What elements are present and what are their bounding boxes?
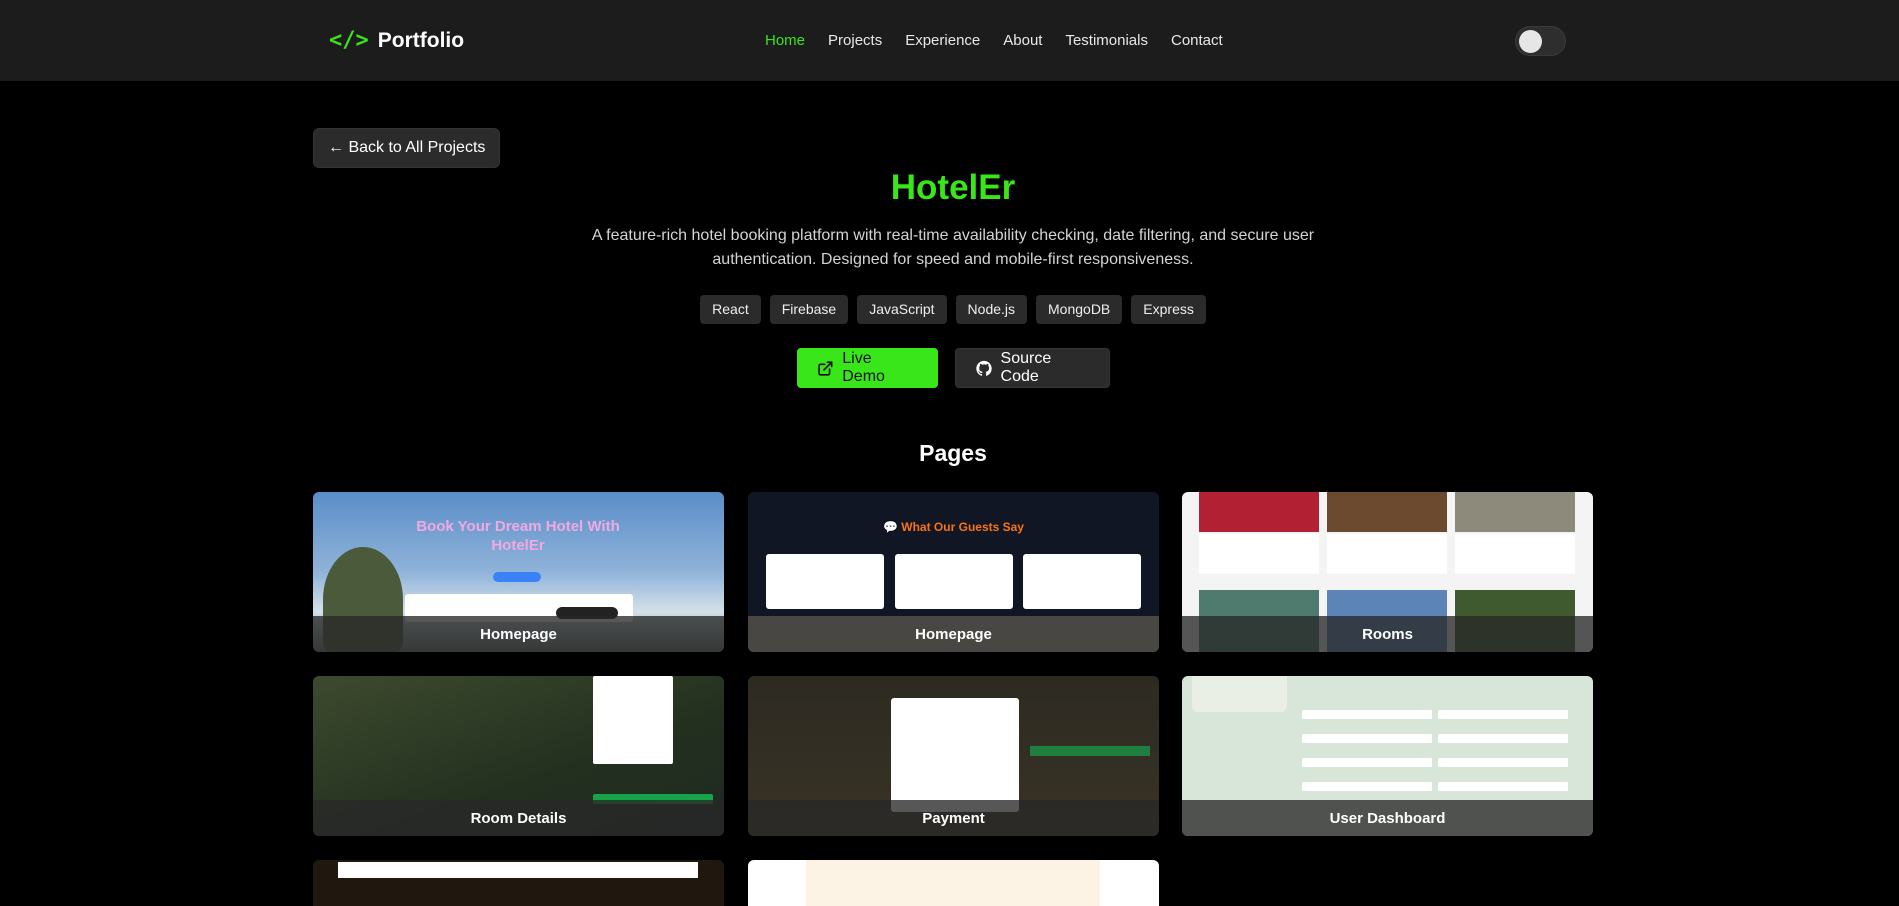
thumb-cta [493, 572, 541, 582]
tag-nodejs: Node.js [955, 295, 1028, 324]
nav-projects[interactable]: Projects [828, 32, 882, 49]
source-code-button[interactable]: Source Code [954, 348, 1110, 388]
thumb-field [1438, 734, 1568, 743]
tech-tags: React Firebase JavaScript Node.js MongoD… [0, 295, 1899, 324]
pages-heading: Pages [919, 440, 987, 466]
navbar: </> Portfolio Home Projects Experience A… [0, 0, 1899, 81]
thumb-booking-row [338, 862, 698, 878]
page-card-label: Homepage [748, 616, 1159, 652]
thumb-field [1438, 710, 1568, 719]
theme-toggle[interactable] [1515, 26, 1566, 56]
project-description: A feature-rich hotel booking platform wi… [591, 227, 1315, 268]
thumb-field [1438, 782, 1568, 791]
page-card-dishes[interactable] [748, 860, 1159, 906]
nav-experience[interactable]: Experience [905, 32, 980, 49]
nav-links: Home Projects Experience About Testimoni… [765, 32, 1246, 49]
toggle-knob [1519, 30, 1542, 53]
nav-about[interactable]: About [1003, 32, 1042, 49]
page-card-label: Homepage [313, 616, 724, 652]
nav-testimonials[interactable]: Testimonials [1065, 32, 1148, 49]
brand-name: Portfolio [377, 28, 465, 52]
page-card-homepage-reviews[interactable]: 💬 What Our Guests Say Homepage [748, 492, 1159, 652]
page-card-user-dashboard[interactable]: User Dashboard [1182, 676, 1593, 836]
thumb-field [1302, 758, 1432, 767]
page-card-label: Rooms [1182, 616, 1593, 652]
page-card-label: User Dashboard [1182, 800, 1593, 836]
tag-javascript: JavaScript [857, 295, 947, 324]
thumb-field [1438, 758, 1568, 767]
page-card-label: Payment [748, 800, 1159, 836]
project-actions: Live Demo Source Code [0, 348, 1899, 388]
tag-firebase: Firebase [769, 295, 849, 324]
thumb-sidebar [1192, 676, 1287, 712]
thumb-field [1302, 734, 1432, 743]
github-icon [975, 360, 992, 376]
page-card-label: Room Details [313, 800, 724, 836]
tag-react: React [700, 295, 761, 324]
thumb-reviews-heading: 💬 What Our Guests Say [883, 520, 1024, 534]
back-to-projects-button[interactable]: ← Back to All Projects [313, 128, 501, 168]
thumb-review-card [895, 554, 1013, 609]
thumb-hero-heading: Book Your Dream Hotel With HotelEr [416, 518, 620, 554]
live-demo-button[interactable]: Live Demo [796, 348, 938, 388]
thumb-dishes-strip [806, 860, 1100, 906]
thumb-calendar [593, 676, 673, 764]
thumb-room-card [1327, 534, 1447, 574]
bookings-thumbnail [313, 860, 724, 906]
thumb-review-card [766, 554, 884, 609]
project-title: HotelEr [890, 168, 1016, 207]
page-card-bookings[interactable] [313, 860, 724, 906]
page-card-room-details[interactable]: Room Details [313, 676, 724, 836]
thumb-review-card [1023, 554, 1141, 609]
thumb-field [1302, 782, 1432, 791]
thumb-room-card [1199, 534, 1319, 574]
page-card-homepage[interactable]: Book Your Dream Hotel With HotelEr Homep… [313, 492, 724, 652]
nav-contact[interactable]: Contact [1171, 32, 1223, 49]
thumb-room-image [1327, 492, 1447, 532]
thumb-room-image [1455, 492, 1575, 532]
tag-express: Express [1131, 295, 1206, 324]
code-icon: </> [329, 28, 369, 53]
nav-home[interactable]: Home [765, 32, 805, 49]
tag-mongodb: MongoDB [1036, 295, 1123, 324]
dishes-thumbnail [748, 860, 1159, 906]
external-link-icon [817, 360, 832, 376]
source-code-label: Source Code [1000, 350, 1052, 385]
thumb-payment-bar [1030, 746, 1150, 756]
page-card-payment[interactable]: Payment [748, 676, 1159, 836]
page-card-rooms[interactable]: Rooms [1182, 492, 1593, 652]
thumb-field [1302, 710, 1432, 719]
thumb-room-image [1199, 492, 1319, 532]
thumb-booking-summary-modal [891, 698, 1019, 812]
brand-logo[interactable]: </> Portfolio [329, 28, 464, 53]
live-demo-label: Live Demo [842, 350, 885, 385]
thumb-room-card [1455, 534, 1575, 574]
